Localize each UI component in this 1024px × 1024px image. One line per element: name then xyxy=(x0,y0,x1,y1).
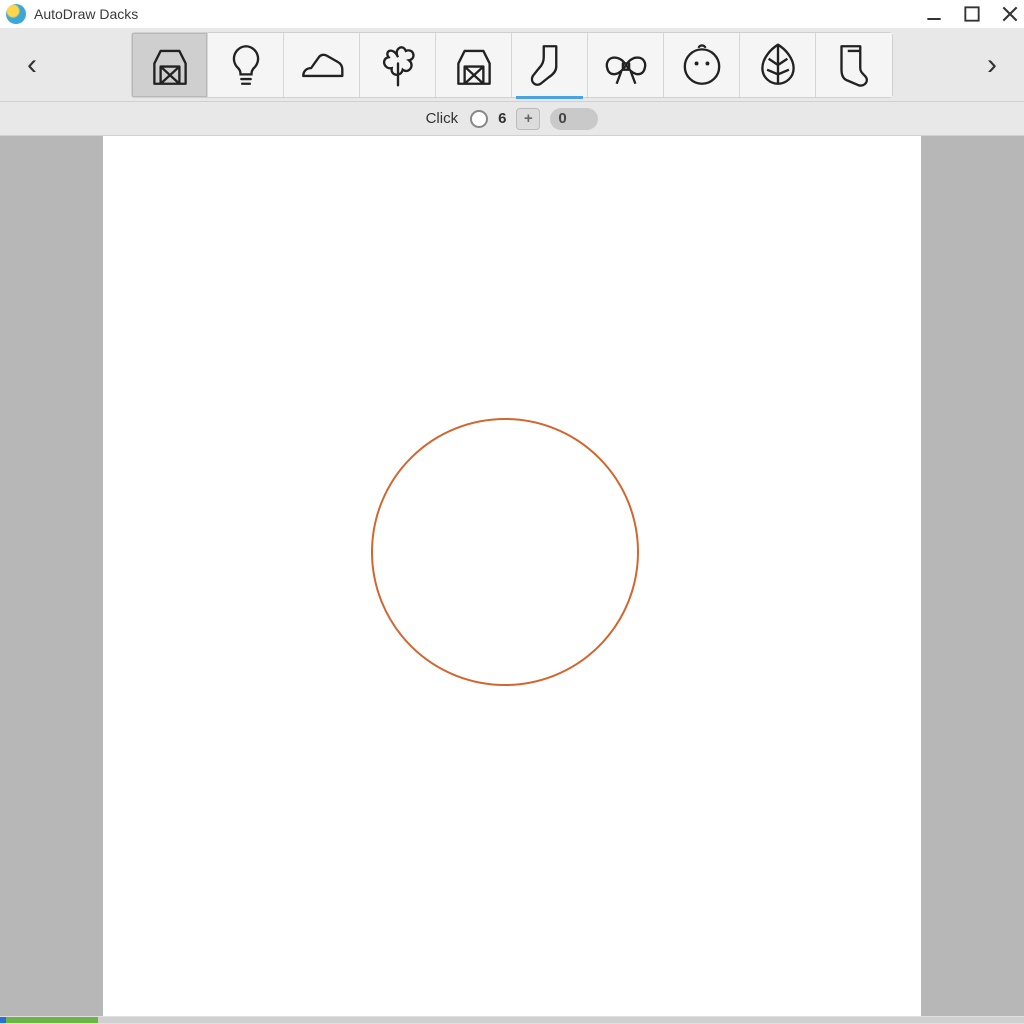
app-logo-icon xyxy=(6,4,26,24)
shoe-icon xyxy=(297,40,347,90)
status-seg-2 xyxy=(6,1017,98,1023)
suggestion-barn[interactable] xyxy=(132,33,208,97)
suggestion-shoe[interactable] xyxy=(284,33,360,97)
face-icon xyxy=(677,40,727,90)
close-icon[interactable] xyxy=(1002,6,1018,22)
suggestion-face[interactable] xyxy=(664,33,740,97)
lightbulb-icon xyxy=(221,40,271,90)
prev-button[interactable]: ‹ xyxy=(8,33,56,97)
status-bar xyxy=(0,1016,1024,1024)
sock-icon xyxy=(829,40,879,90)
status-seg-3 xyxy=(98,1017,1024,1023)
window-buttons xyxy=(926,6,1018,22)
next-button[interactable]: › xyxy=(968,33,1016,97)
barn-icon xyxy=(449,40,499,90)
drawing-canvas[interactable] xyxy=(103,136,921,1016)
minimize-icon[interactable] xyxy=(926,6,942,22)
flower-icon xyxy=(373,40,423,90)
suggestion-leaf[interactable] xyxy=(740,33,816,97)
suggestion-lightbulb[interactable] xyxy=(208,33,284,97)
plus-button[interactable]: + xyxy=(516,108,540,130)
suggestion-toolbar: ‹ xyxy=(0,28,1024,102)
window-title: AutoDraw Dacks xyxy=(34,6,926,22)
counter-pill[interactable]: 0 xyxy=(550,108,598,130)
sock-icon xyxy=(525,40,575,90)
suggestion-sock[interactable] xyxy=(816,33,892,97)
controls-bar: Click 6 + 0 xyxy=(0,102,1024,136)
counter-value: 0 xyxy=(558,110,566,127)
suggestion-bow[interactable] xyxy=(588,33,664,97)
radio-toggle[interactable] xyxy=(470,110,488,128)
click-label: Click xyxy=(426,110,459,127)
suggestion-barn-2[interactable] xyxy=(436,33,512,97)
workspace xyxy=(0,136,1024,1016)
suggestion-sock-curve[interactable] xyxy=(512,33,588,97)
suggestion-strip xyxy=(131,32,893,98)
barn-icon xyxy=(145,40,195,90)
suggestion-flower[interactable] xyxy=(360,33,436,97)
leaf-icon xyxy=(753,40,803,90)
bow-icon xyxy=(601,40,651,90)
maximize-icon[interactable] xyxy=(964,6,980,22)
titlebar: AutoDraw Dacks xyxy=(0,0,1024,28)
click-value: 6 xyxy=(498,110,506,127)
user-circle-stroke xyxy=(371,418,639,686)
app-window: AutoDraw Dacks ‹ xyxy=(0,0,1024,1024)
